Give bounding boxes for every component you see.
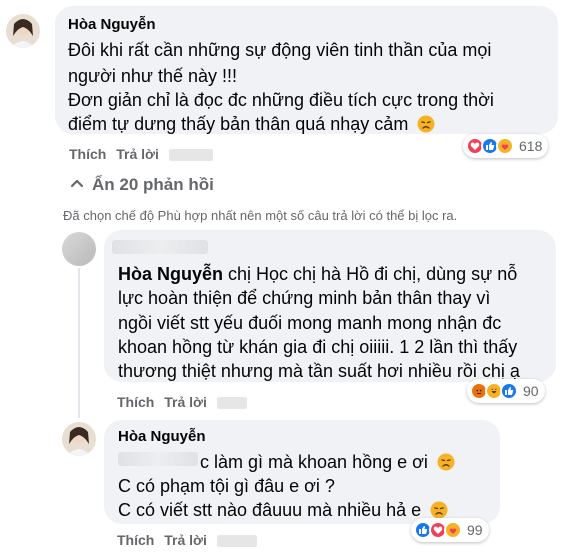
reply-text-line: C có viết stt nào đâuuu mà nhiều hả e bbox=[118, 500, 448, 521]
avatar[interactable] bbox=[62, 422, 96, 456]
comment-text-line: người như thế này !!! bbox=[68, 66, 237, 86]
avatar[interactable] bbox=[62, 232, 96, 266]
comment-text: điểm tự dưng thấy bản thân quá nhạy cảm bbox=[68, 114, 409, 134]
reply-text-line: thương thiệt nhưng mà tần suất hơi nhiều… bbox=[118, 361, 520, 381]
sad-emoji-icon bbox=[430, 501, 448, 519]
reply-text-line: c làm gì mà khoan hồng e ơi bbox=[118, 452, 455, 473]
reaction-count: 99 bbox=[467, 522, 483, 538]
mention-link[interactable]: Hòa Nguyễn bbox=[118, 264, 223, 284]
timestamp[interactable] bbox=[216, 397, 247, 410]
avatar[interactable] bbox=[6, 14, 40, 48]
reply-actions: Thích Trả lời bbox=[117, 394, 253, 410]
reply-text-line: C có phạm tội gì đâu e ơi ? bbox=[118, 476, 335, 496]
like-button[interactable]: Thích bbox=[117, 532, 154, 548]
comment-text-line: Đơn giản chỉ là đọc đc những điều tích c… bbox=[68, 90, 494, 110]
comment-actions: Thích Trả lời bbox=[69, 146, 219, 162]
reply-text-line: khoan hồng từ khán gia đi chị oiiiii. 1 … bbox=[118, 337, 518, 357]
hide-replies-label: Ẩn 20 phản hồi bbox=[92, 175, 214, 194]
reply-author[interactable]: Hòa Nguyễn bbox=[118, 428, 206, 445]
reply-actions: Thích Trả lời bbox=[117, 532, 263, 548]
like-button[interactable]: Thích bbox=[69, 146, 106, 162]
reaction-summary[interactable]: 99 bbox=[411, 518, 489, 542]
reply-text-line: lực hoàn thiện để chứng minh bản thân th… bbox=[118, 288, 491, 308]
sad-emoji-icon bbox=[417, 115, 435, 133]
comment-author[interactable]: Hòa Nguyễn bbox=[68, 16, 156, 33]
reaction-summary[interactable]: 618 bbox=[463, 134, 549, 158]
filter-notice: Đã chọn chế độ Phù hợp nhất nên một số c… bbox=[63, 208, 458, 223]
comment-text-line: Đôi khi rất cần những sự động viên tinh … bbox=[68, 40, 492, 60]
sad-emoji-icon bbox=[437, 453, 455, 471]
reply-text: chị Học chị hà Hồ đi chị, dùng sự nỗ bbox=[223, 264, 518, 284]
reaction-count: 618 bbox=[519, 138, 543, 154]
reply-author[interactable] bbox=[112, 240, 208, 254]
care-icon bbox=[444, 521, 462, 539]
reply-text: C có viết stt nào đâuuu mà nhiều hả e bbox=[118, 500, 422, 520]
timestamp[interactable] bbox=[216, 535, 257, 548]
reply-text: c làm gì mà khoan hồng e ơi bbox=[200, 452, 428, 472]
like-icon bbox=[500, 382, 518, 400]
chevron-up-icon bbox=[70, 179, 84, 188]
like-button[interactable]: Thích bbox=[117, 394, 154, 410]
reply-button[interactable]: Trả lời bbox=[116, 146, 159, 162]
comment-text-line: điểm tự dưng thấy bản thân quá nhạy cảm bbox=[68, 114, 435, 135]
timestamp[interactable] bbox=[168, 149, 213, 162]
care-icon bbox=[496, 137, 514, 155]
mention-link[interactable] bbox=[118, 452, 198, 466]
reply-text-line: ngồi viết stt yếu đuối mong manh mong nh… bbox=[118, 313, 502, 333]
reply-button[interactable]: Trả lời bbox=[164, 532, 207, 548]
reaction-count: 90 bbox=[523, 383, 539, 399]
reaction-summary[interactable]: 90 bbox=[467, 379, 545, 403]
reply-button[interactable]: Trả lời bbox=[164, 394, 207, 410]
reply-text-line: Hòa Nguyễn chị Học chị hà Hồ đi chị, dùn… bbox=[118, 264, 517, 285]
thread-connector bbox=[78, 268, 80, 418]
hide-replies-link[interactable]: Ẩn 20 phản hồi bbox=[70, 175, 214, 195]
